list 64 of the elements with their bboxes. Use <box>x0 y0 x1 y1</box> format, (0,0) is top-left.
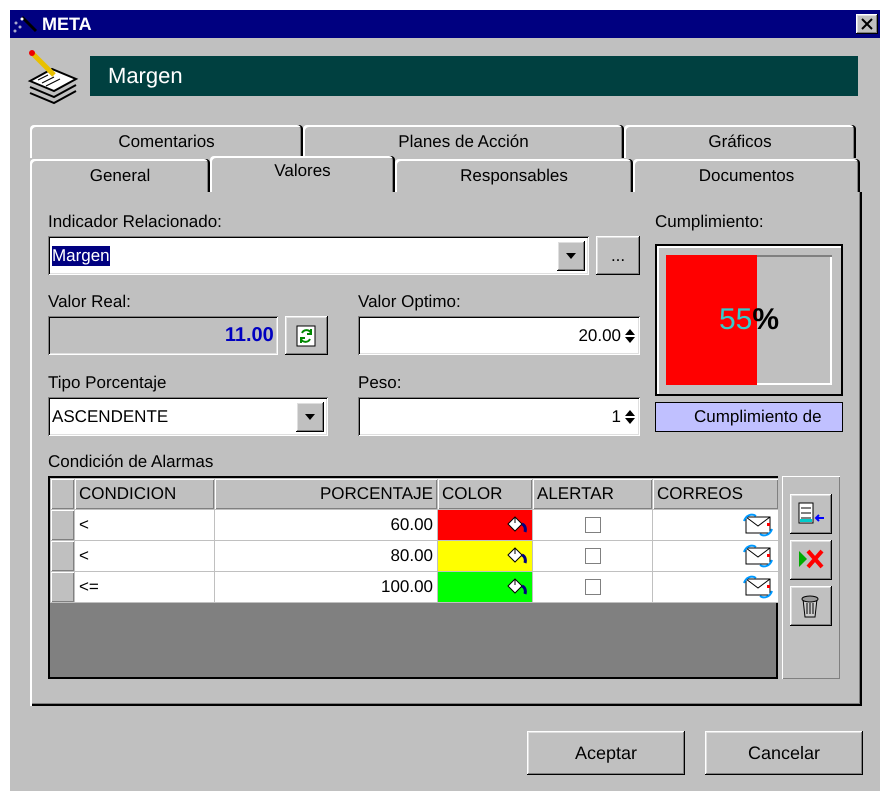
checkbox[interactable] <box>584 579 600 595</box>
row-header[interactable] <box>50 572 74 602</box>
combo-value: ASCENDENTE <box>52 406 168 426</box>
field-label: Cumplimiento: <box>655 212 765 233</box>
close-button[interactable] <box>856 14 878 34</box>
table-cell: <= <box>74 572 214 602</box>
close-icon <box>860 17 874 31</box>
column-header: CONDICION <box>74 478 214 510</box>
refresh-icon <box>296 324 316 346</box>
field-value: 1 <box>612 406 621 426</box>
column-header: ALERTAR <box>532 478 652 510</box>
field-label: Indicador Relacionado: <box>48 212 223 233</box>
table-cell: 100.00 <box>214 572 438 602</box>
field-label: Condición de Alarmas <box>48 452 214 473</box>
field-label: Valor Optimo: <box>358 292 462 313</box>
table-cell: 60.00 <box>214 510 438 540</box>
field-label: Valor Real: <box>48 292 132 313</box>
add-row-button[interactable] <box>790 494 832 534</box>
tab[interactable]: Valores <box>210 156 395 192</box>
mail-icon[interactable] <box>742 573 774 601</box>
delete-row-button[interactable] <box>790 540 832 580</box>
caption-bar: Cumplimiento de <box>655 402 843 432</box>
tab[interactable]: Planes de Acción <box>303 125 624 158</box>
checkbox[interactable] <box>584 517 600 533</box>
tab[interactable]: General <box>30 159 210 192</box>
tab[interactable]: Comentarios <box>30 125 303 158</box>
row-header[interactable] <box>50 510 74 540</box>
column-header: CORREOS <box>652 478 778 510</box>
checkbox[interactable] <box>584 548 600 564</box>
spin-arrows-icon <box>624 328 636 344</box>
tab[interactable]: Gráficos <box>624 125 856 158</box>
column-header: PORCENTAJE <box>214 478 438 510</box>
percent-type-combo[interactable]: ASCENDENTE <box>48 397 328 436</box>
table-cell: 80.00 <box>214 540 438 572</box>
mail-icon[interactable] <box>742 542 774 570</box>
tab[interactable]: Documentos <box>633 159 860 192</box>
column-header: COLOR <box>438 478 532 510</box>
spin-arrows-icon <box>624 408 636 424</box>
browse-button[interactable]: ... <box>596 236 640 275</box>
color-swatch[interactable] <box>438 540 532 572</box>
trash-button[interactable] <box>790 586 832 626</box>
refresh-button[interactable] <box>284 316 328 355</box>
window-title: META <box>42 14 93 34</box>
spin-field[interactable]: 1 <box>358 397 640 436</box>
header-bar: Margen <box>90 56 858 96</box>
field-label: Tipo Porcentaje <box>48 373 168 394</box>
dialog-button[interactable]: Aceptar <box>527 731 685 775</box>
spin-field[interactable]: 20.00 <box>358 316 640 355</box>
readonly-field: 11.00 <box>48 316 278 355</box>
row-header[interactable] <box>50 540 74 572</box>
color-swatch[interactable] <box>438 572 532 602</box>
percent-value: 55 <box>718 303 752 337</box>
mail-icon[interactable] <box>742 511 774 539</box>
corner-header <box>50 478 74 510</box>
table-cell: < <box>74 510 214 540</box>
table-cell: < <box>74 540 214 572</box>
dialog-button[interactable]: Cancelar <box>705 731 863 775</box>
wand-icon <box>12 13 38 35</box>
field-value: 20.00 <box>578 326 621 346</box>
tab[interactable]: Responsables <box>395 159 633 192</box>
combo-value: Margen <box>52 246 110 266</box>
color-swatch[interactable] <box>438 510 532 540</box>
indicator-combo[interactable]: Margen <box>48 236 590 275</box>
field-label: Peso: <box>358 373 402 394</box>
